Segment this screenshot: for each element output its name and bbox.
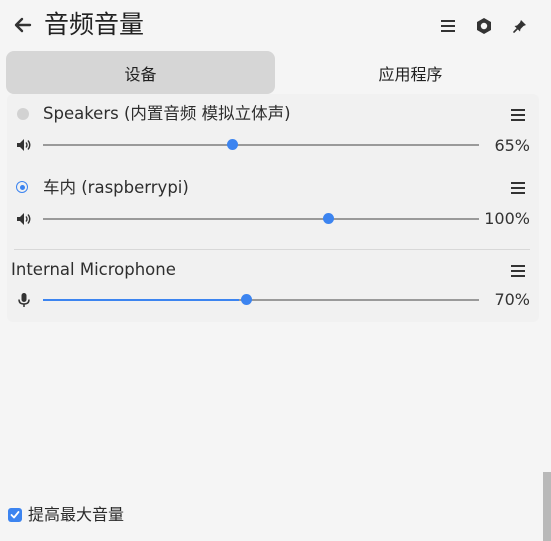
tab-bar: 设备 应用程序 bbox=[6, 51, 546, 94]
volume-slider-speakers[interactable] bbox=[43, 139, 479, 151]
menu-icon bbox=[511, 265, 525, 277]
mute-button-speakers[interactable] bbox=[16, 137, 34, 153]
menu-button[interactable] bbox=[437, 15, 459, 37]
input-level-meter bbox=[43, 299, 239, 301]
slider-track bbox=[43, 144, 479, 146]
tab-devices[interactable]: 设备 bbox=[6, 51, 275, 94]
menu-icon bbox=[511, 182, 525, 194]
mute-button-microphone[interactable] bbox=[17, 292, 33, 309]
speaker-icon bbox=[17, 213, 31, 225]
volume-percent-microphone: 70% bbox=[494, 290, 530, 309]
volume-percent-speakers: 65% bbox=[494, 136, 530, 155]
slider-knob[interactable] bbox=[323, 213, 334, 224]
raise-max-volume-label[interactable]: 提高最大音量 bbox=[28, 504, 124, 526]
device-radio-speakers[interactable] bbox=[17, 108, 29, 120]
volume-slider-microphone[interactable] bbox=[43, 294, 479, 306]
device-label-speakers: Speakers (内置音频 模拟立体声) bbox=[43, 104, 291, 123]
tab-applications-label: 应用程序 bbox=[378, 64, 443, 84]
radio-dot bbox=[19, 184, 25, 190]
raise-max-volume-checkbox[interactable] bbox=[8, 508, 22, 522]
device-label-car: 车内 (raspberrypi) bbox=[43, 178, 189, 197]
slider-knob[interactable] bbox=[241, 294, 252, 305]
back-button[interactable] bbox=[10, 12, 36, 38]
tab-applications[interactable]: 应用程序 bbox=[275, 51, 546, 94]
volume-percent-car: 100% bbox=[484, 209, 530, 228]
arrow-left-icon bbox=[14, 17, 32, 33]
menu-icon bbox=[511, 109, 525, 121]
speaker-icon bbox=[17, 139, 31, 151]
microphone-icon bbox=[18, 293, 30, 307]
tab-devices-label: 设备 bbox=[124, 64, 157, 84]
mute-button-car[interactable] bbox=[16, 211, 34, 227]
gear-icon bbox=[477, 18, 491, 34]
device-radio-car[interactable] bbox=[16, 181, 28, 193]
page-title: 音频音量 bbox=[44, 10, 145, 39]
pin-button[interactable] bbox=[509, 15, 531, 37]
scrollbar-thumb[interactable] bbox=[543, 472, 551, 541]
input-label-microphone: Internal Microphone bbox=[11, 260, 176, 279]
input-menu-button-microphone[interactable] bbox=[508, 261, 528, 281]
slider-track bbox=[43, 218, 479, 220]
check-icon bbox=[10, 511, 20, 519]
menu-icon bbox=[441, 20, 455, 32]
volume-slider-car[interactable] bbox=[43, 213, 479, 225]
pin-icon bbox=[513, 20, 526, 33]
slider-knob[interactable] bbox=[227, 139, 238, 150]
settings-button[interactable] bbox=[473, 15, 495, 37]
device-menu-button-speakers[interactable] bbox=[508, 105, 528, 125]
divider bbox=[14, 249, 530, 250]
device-list-card bbox=[7, 94, 539, 322]
device-menu-button-car[interactable] bbox=[508, 178, 528, 198]
